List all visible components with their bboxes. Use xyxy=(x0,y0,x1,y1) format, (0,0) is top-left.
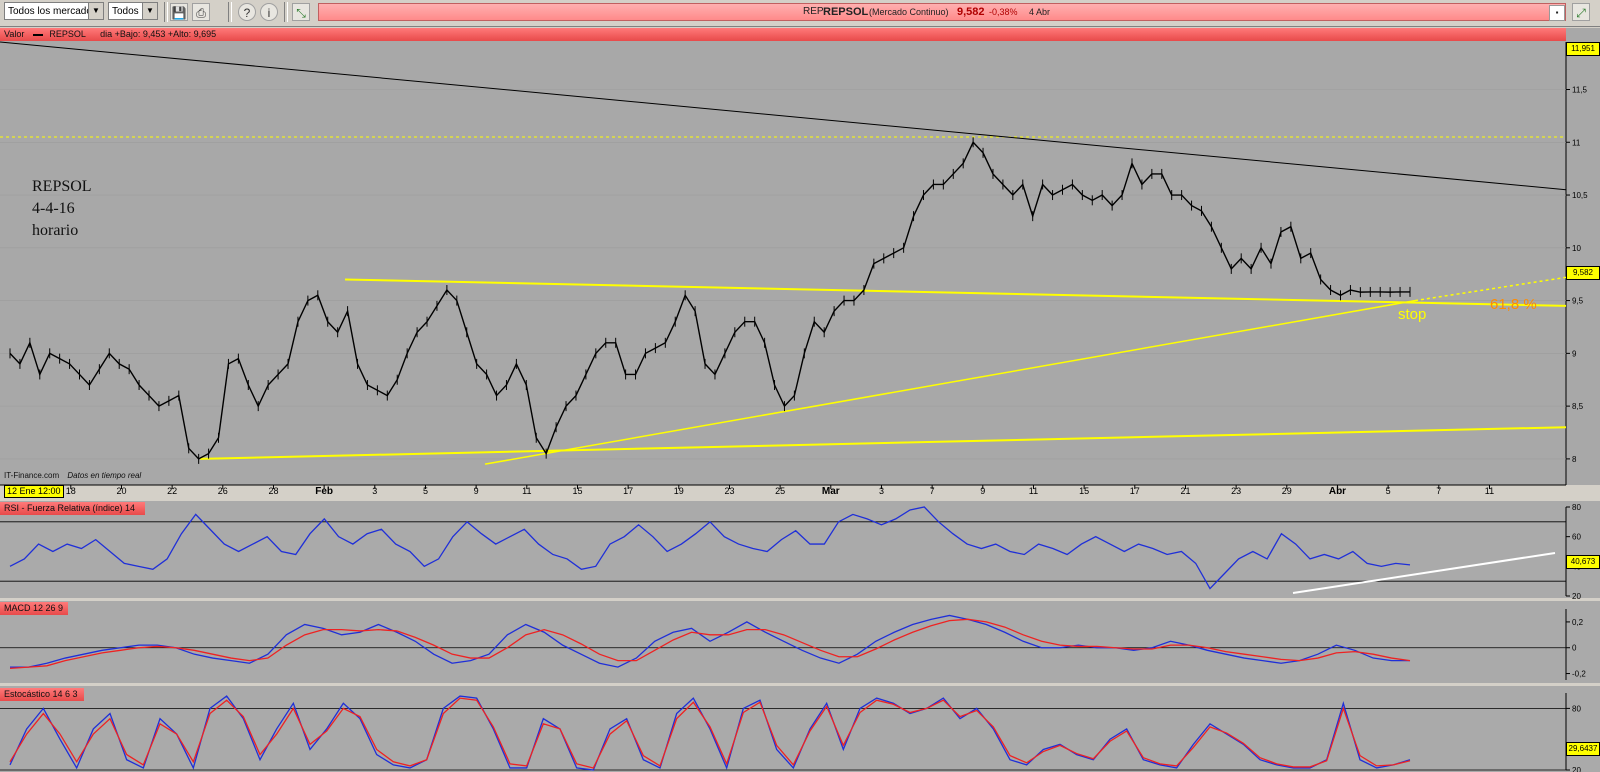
y-tick-label: 9 xyxy=(1572,349,1577,358)
osc-y-tick-label: -0,2 xyxy=(1572,670,1586,679)
y-tick-label: 8 xyxy=(1572,455,1577,464)
cursor-date-tag: 12 Ene 12:00 xyxy=(4,485,64,498)
rsi-trendline xyxy=(1292,551,1556,595)
osc-y-tick-label: 20 xyxy=(1572,766,1581,772)
source-note: Datos en tiempo real xyxy=(67,471,142,480)
top-price-tag: 11,951 xyxy=(1566,42,1600,56)
y-tick-label: 11,5 xyxy=(1572,85,1588,94)
y-tick-label: 10,5 xyxy=(1572,191,1588,200)
annotation-timeframe: horario xyxy=(32,222,79,239)
chart-canvas[interactable]: 11,51110,5109,598,58141820222628Feb35911… xyxy=(0,0,1600,772)
osc-series-line xyxy=(10,614,1410,668)
stoch-value-tag: 29,6437 xyxy=(1566,742,1600,756)
osc-series-line xyxy=(9,695,1411,771)
osc-y-tick-label: 0,2 xyxy=(1572,618,1584,627)
y-tick-label: 9,5 xyxy=(1572,297,1584,306)
fib-annotation: 61,8 % xyxy=(1490,296,1537,313)
channel-bottom-line xyxy=(199,426,1567,460)
y-tick-label: 10 xyxy=(1572,244,1581,253)
last-price-tag: 9,582 xyxy=(1566,266,1600,280)
data-source: IT-Finance.com Datos en tiempo real xyxy=(4,471,141,480)
osc-y-tick-label: 0 xyxy=(1572,644,1577,653)
annotation-date: 4-4-16 xyxy=(32,200,75,217)
annotation-ticker: REPSOL xyxy=(32,178,92,195)
long-trendline xyxy=(0,41,1567,191)
chart-annotation: REPSOL 4-4-16 horario xyxy=(32,176,92,242)
y-tick-label: 11 xyxy=(1572,138,1581,147)
osc-y-tick-label: 80 xyxy=(1572,503,1581,512)
osc-y-tick-label: 80 xyxy=(1572,704,1581,713)
osc-series-line xyxy=(9,506,1411,590)
source-name: IT-Finance.com xyxy=(4,471,60,480)
osc-series-line xyxy=(9,618,1411,670)
osc-y-tick-label: 20 xyxy=(1572,592,1581,601)
rsi-value-tag: 40,673 xyxy=(1566,555,1600,569)
osc-y-tick-label: 60 xyxy=(1572,533,1581,542)
y-tick-label: 8,5 xyxy=(1572,402,1584,411)
stop-annotation: stop xyxy=(1398,306,1427,323)
support-trendline xyxy=(484,299,1416,465)
